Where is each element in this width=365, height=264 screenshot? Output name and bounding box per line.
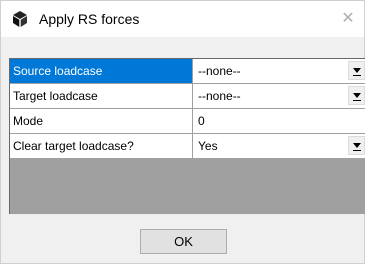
row-value-text: 0 [198,114,205,128]
cube-icon [12,11,28,27]
grid-row-mode[interactable]: Mode 0 [10,109,365,134]
row-label: Mode [10,109,193,133]
dropdown-arrow-icon[interactable] [348,61,365,80]
dialog-window: Apply RS forces ✕ Source loadcase --none… [0,0,365,264]
row-value[interactable]: Yes [194,134,365,158]
row-value-text: --none-- [198,89,241,103]
grid-row-target-loadcase[interactable]: Target loadcase --none-- [10,84,365,109]
row-label: Source loadcase [10,59,193,83]
window-title: Apply RS forces [39,11,140,27]
ok-button[interactable]: OK [140,229,227,254]
property-grid: Source loadcase --none-- Target loadcase… [9,58,365,214]
row-value-text: --none-- [198,64,241,78]
close-icon[interactable]: ✕ [338,9,358,29]
dropdown-arrow-icon[interactable] [348,136,365,155]
row-label: Clear target loadcase? [10,134,193,158]
row-value-text: Yes [198,139,218,153]
row-value[interactable]: --none-- [194,59,365,83]
grid-row-clear-target[interactable]: Clear target loadcase? Yes [10,134,365,159]
row-value[interactable]: --none-- [194,84,365,108]
row-label: Target loadcase [10,84,193,108]
row-value[interactable]: 0 [194,109,365,133]
title-bar: Apply RS forces ✕ [1,1,364,37]
grid-row-source-loadcase[interactable]: Source loadcase --none-- [10,59,365,84]
dropdown-arrow-icon[interactable] [348,86,365,105]
